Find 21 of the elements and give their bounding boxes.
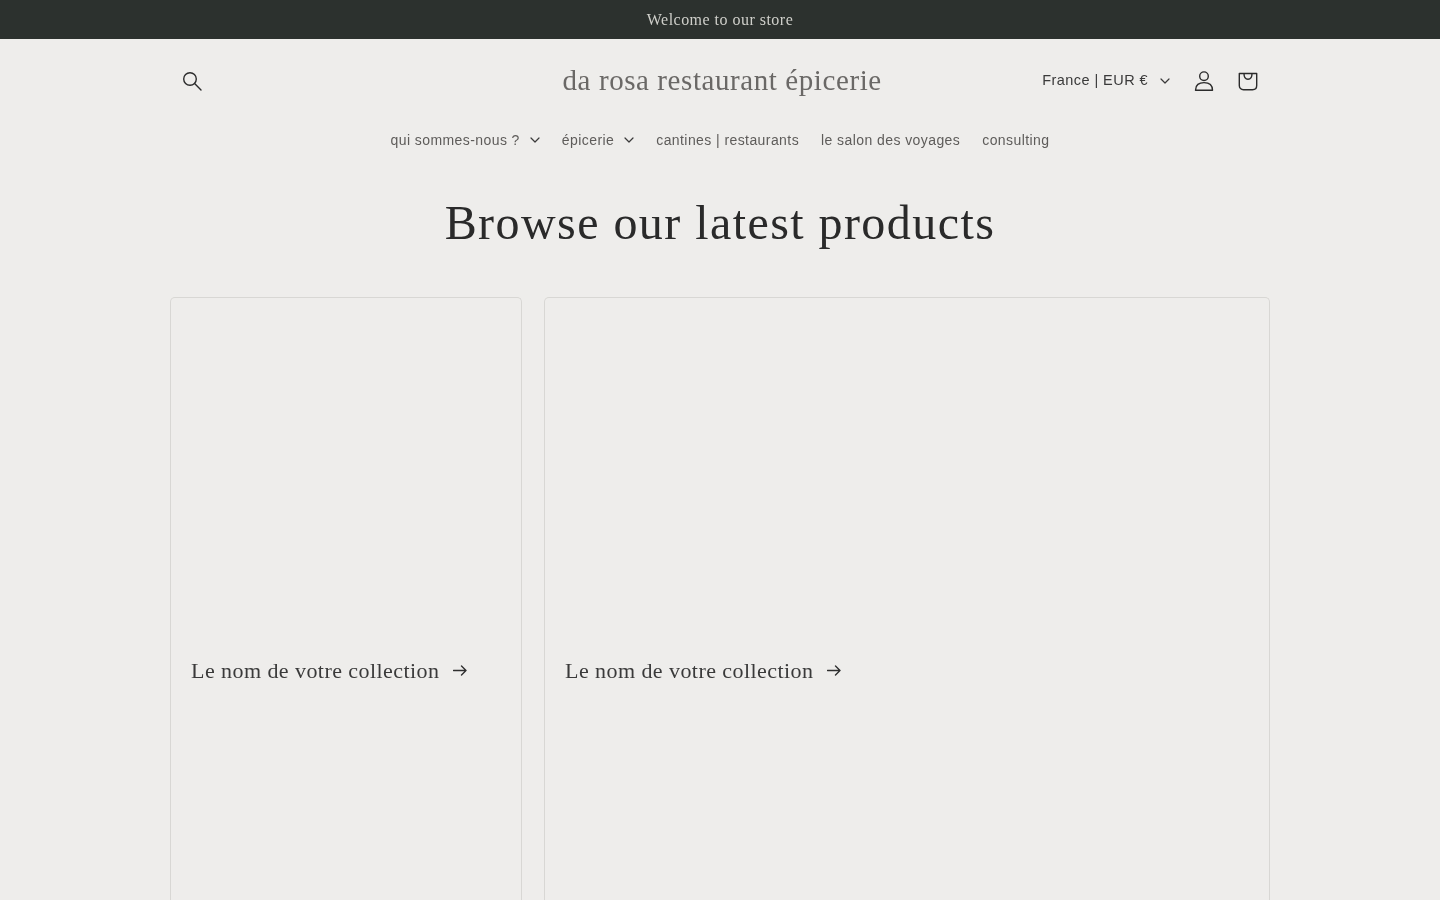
collection-link[interactable]: Le nom de votre collection	[191, 654, 468, 687]
arrow-right-icon	[827, 665, 842, 676]
announcement-text: Welcome to our store	[646, 9, 794, 30]
nav-link[interactable]: le salon des voyages	[810, 123, 972, 157]
store-logo[interactable]: da rosa restaurant épicerie	[562, 59, 882, 103]
section-heading: Browse our latest products	[443, 195, 997, 251]
arrow-right-icon	[453, 665, 468, 676]
nav-link[interactable]: cantines | restaurants	[645, 123, 811, 157]
collection-card[interactable]: Le nom de votre collection	[170, 297, 522, 900]
search-icon	[182, 71, 202, 91]
caret-icon	[529, 137, 540, 143]
nav-link[interactable]: consulting	[971, 123, 1061, 157]
caret-icon	[1160, 78, 1170, 84]
bag-icon	[1238, 71, 1258, 91]
nav-link[interactable]: qui sommes-nous ?	[379, 123, 551, 157]
collection-card[interactable]: Le nom de votre collection	[544, 297, 1270, 900]
user-icon	[1194, 71, 1214, 91]
caret-icon	[624, 137, 635, 143]
collection-link[interactable]: Le nom de votre collection	[565, 654, 842, 687]
nav-link[interactable]: épicerie	[550, 123, 646, 157]
country-currency-selector[interactable]: France | EUR €	[1030, 59, 1182, 103]
